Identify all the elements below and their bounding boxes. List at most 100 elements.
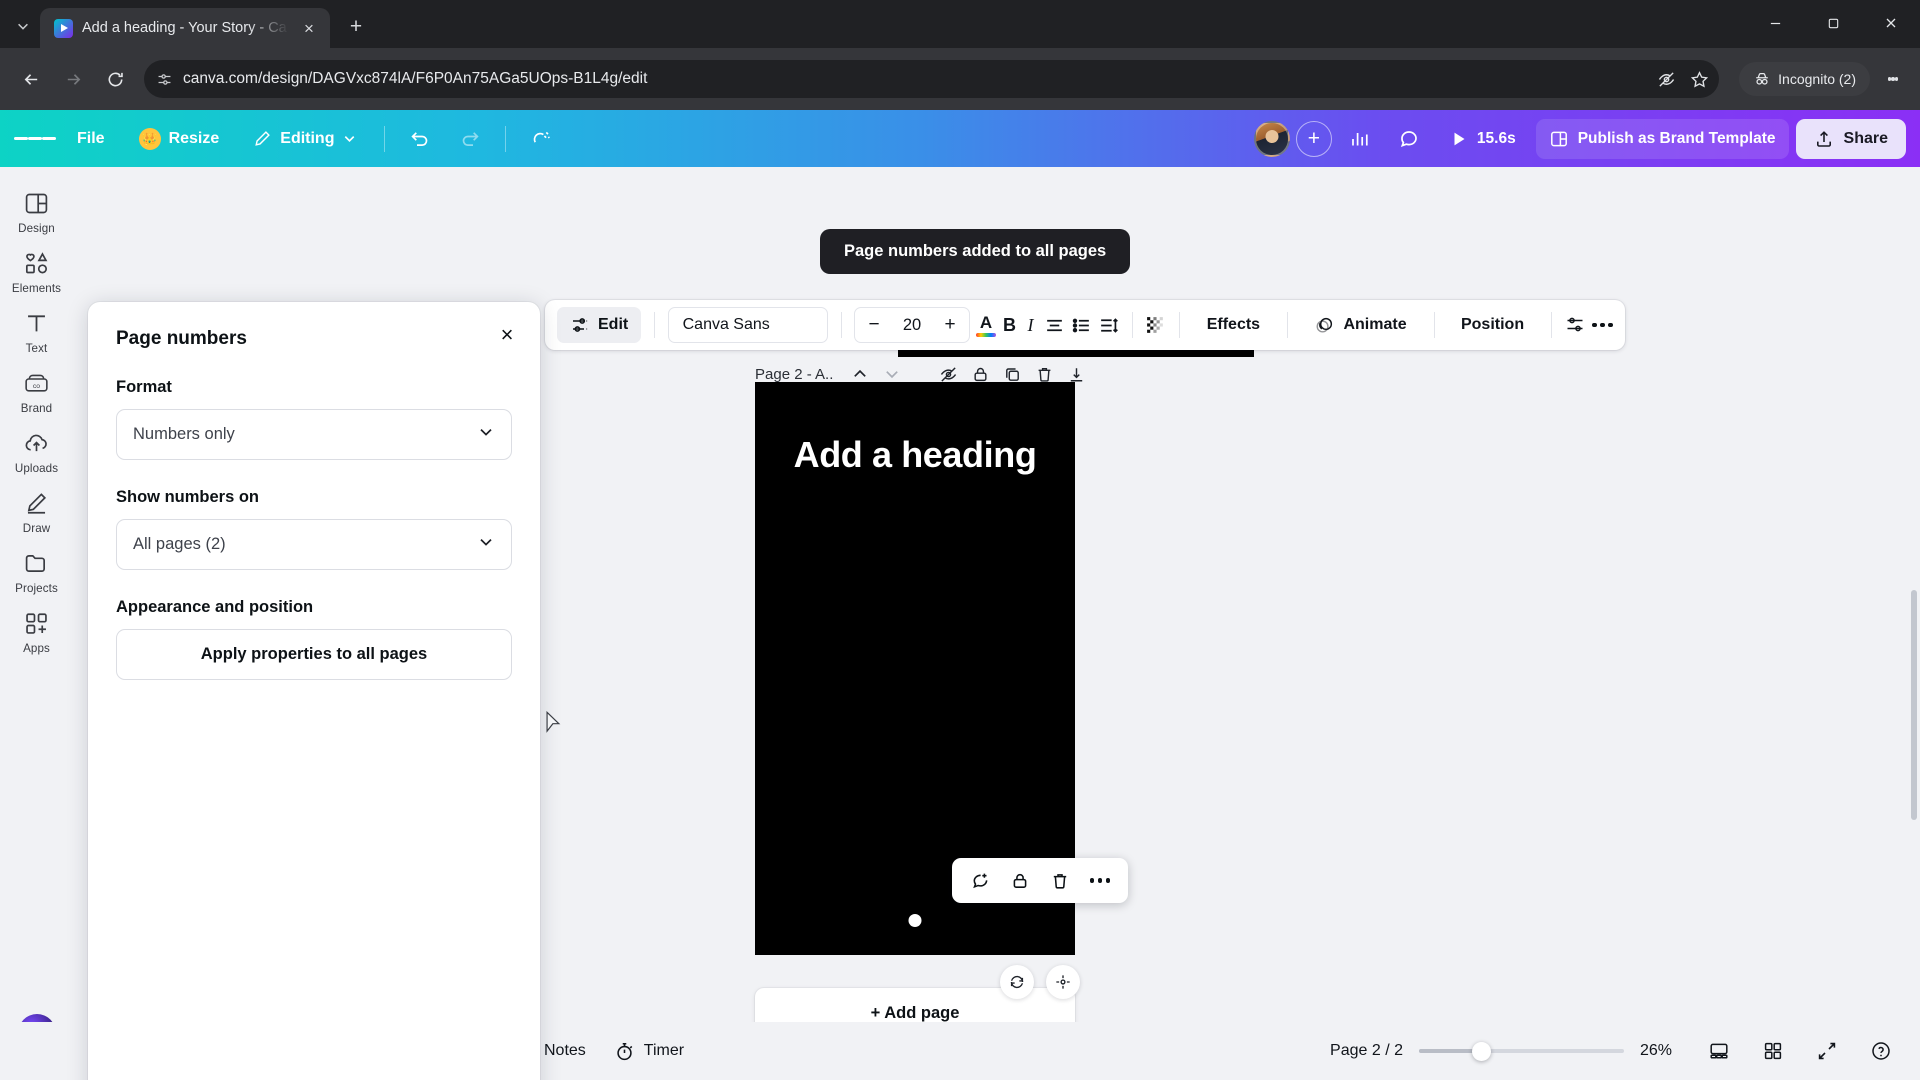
bookmark-star-icon[interactable]: [1690, 70, 1709, 89]
more-options-icon[interactable]: [1592, 306, 1613, 344]
browser-tab[interactable]: Add a heading - Your Story - Ca ×: [40, 8, 330, 48]
canvas-scrollbar[interactable]: [1911, 590, 1917, 820]
reload-icon[interactable]: [96, 60, 134, 98]
sidebar-item-design[interactable]: Design: [3, 181, 71, 241]
transparency-checker-icon[interactable]: [1145, 306, 1166, 344]
browser-chrome: Add a heading - Your Story - Ca × + canv…: [0, 0, 1920, 110]
bullet-list-icon[interactable]: [1071, 306, 1092, 344]
show-numbers-on-label: Show numbers on: [116, 488, 260, 506]
presenter-view-icon[interactable]: [1700, 1032, 1738, 1070]
move-down-icon[interactable]: [877, 359, 907, 389]
undo-icon[interactable]: [399, 119, 441, 159]
present-duration-button[interactable]: 15.6s: [1437, 119, 1529, 159]
effects-button[interactable]: Effects: [1193, 306, 1274, 344]
close-icon[interactable]: ×: [490, 318, 524, 352]
lock-page-icon[interactable]: [965, 359, 995, 389]
resize-button[interactable]: 👑 Resize: [126, 119, 233, 159]
apply-properties-to-all-pages-button[interactable]: Apply properties to all pages: [116, 629, 512, 680]
share-upload-icon: [1814, 129, 1834, 149]
site-settings-icon[interactable]: [156, 71, 173, 88]
delete-element-icon[interactable]: [1042, 863, 1078, 899]
page-number-element[interactable]: [908, 914, 922, 927]
sidebar-item-projects[interactable]: Projects: [3, 541, 71, 601]
font-family-select[interactable]: Canva Sans: [667, 307, 828, 343]
timer-button[interactable]: Timer: [600, 1032, 698, 1070]
italic-button[interactable]: I: [1023, 306, 1038, 344]
minimize-icon[interactable]: [1746, 0, 1804, 46]
zoom-slider[interactable]: [1419, 1041, 1624, 1061]
font-size-value[interactable]: 20: [891, 316, 933, 335]
add-comment-icon[interactable]: [962, 863, 998, 899]
font-size-increase-button[interactable]: +: [935, 309, 965, 341]
browser-menu-icon[interactable]: [1878, 62, 1908, 96]
font-size-decrease-button[interactable]: −: [859, 309, 889, 341]
grid-view-icon[interactable]: [1754, 1032, 1792, 1070]
heading-text-element[interactable]: Add a heading: [755, 434, 1075, 476]
move-up-icon[interactable]: [845, 359, 875, 389]
line-spacing-icon[interactable]: [1098, 306, 1119, 344]
add-collaborator-icon[interactable]: +: [1295, 120, 1332, 157]
file-menu-button[interactable]: File: [64, 119, 118, 159]
zoom-slider-handle[interactable]: [1472, 1041, 1492, 1061]
delete-page-icon[interactable]: [1029, 359, 1059, 389]
tab-title: Add a heading - Your Story - Ca: [82, 20, 287, 36]
tab-search-chevron-icon[interactable]: [6, 9, 40, 43]
sidebar-item-draw[interactable]: Draw: [3, 481, 71, 541]
edit-button[interactable]: Edit: [557, 307, 642, 343]
bold-button[interactable]: B: [1002, 306, 1017, 344]
sidebar-item-uploads[interactable]: Uploads: [3, 421, 71, 481]
magic-eraser-icon[interactable]: [520, 119, 562, 159]
back-icon[interactable]: [12, 60, 50, 98]
sidebar-item-apps[interactable]: Apps: [3, 601, 71, 661]
insights-chart-icon[interactable]: [1339, 119, 1381, 159]
zoom-value[interactable]: 26%: [1640, 1042, 1684, 1060]
duplicate-page-icon[interactable]: [997, 359, 1027, 389]
notes-label: Notes: [544, 1042, 586, 1059]
more-options-icon[interactable]: [1082, 863, 1118, 899]
user-avatar[interactable]: [1253, 120, 1290, 157]
publish-brand-template-button[interactable]: Publish as Brand Template: [1535, 118, 1789, 159]
sidebar-item-label: Brand: [20, 402, 53, 415]
url-text: canva.com/design/DAGVxc874lA/F6P0An75AGa…: [183, 70, 648, 87]
format-select[interactable]: Numbers only: [116, 409, 512, 460]
comment-icon[interactable]: [1388, 119, 1430, 159]
group-tools-icon[interactable]: [1564, 306, 1586, 344]
crown-icon: 👑: [138, 127, 161, 150]
upload-cloud-icon: [25, 434, 47, 452]
sidebar-item-text[interactable]: Text: [3, 301, 71, 361]
design-panel-icon: [25, 193, 48, 214]
sidebar-item-elements[interactable]: Elements: [3, 241, 71, 301]
maximize-icon[interactable]: [1804, 0, 1862, 46]
editing-mode-button[interactable]: Editing: [240, 119, 370, 159]
chevron-down-icon: [477, 423, 495, 446]
help-icon[interactable]: [1862, 1032, 1900, 1070]
hide-page-icon[interactable]: [933, 359, 963, 389]
close-window-icon[interactable]: [1862, 0, 1920, 46]
redo-icon[interactable]: [449, 119, 491, 159]
text-color-icon[interactable]: A: [976, 306, 996, 344]
forward-icon[interactable]: [54, 60, 92, 98]
edit-label: Edit: [598, 316, 629, 333]
show-numbers-on-select[interactable]: All pages (2): [116, 519, 512, 570]
fullscreen-icon[interactable]: [1808, 1032, 1846, 1070]
font-size-stepper[interactable]: − 20 +: [854, 307, 970, 343]
incognito-indicator[interactable]: Incognito (2): [1739, 62, 1870, 96]
position-button[interactable]: Position: [1447, 306, 1538, 344]
sidebar-item-brand[interactable]: co Brand: [3, 361, 71, 421]
address-bar[interactable]: canva.com/design/DAGVxc874lA/F6P0An75AGa…: [144, 60, 1720, 98]
share-label: Share: [1843, 129, 1888, 147]
new-tab-button[interactable]: +: [339, 10, 373, 44]
page-title-label[interactable]: Page 2 - A..: [755, 366, 833, 383]
rotate-page-icon[interactable]: [1000, 965, 1034, 999]
align-center-icon[interactable]: [1044, 306, 1065, 344]
lock-element-icon[interactable]: [1002, 863, 1038, 899]
hide-password-icon[interactable]: [1657, 70, 1676, 89]
share-button[interactable]: Share: [1795, 118, 1906, 159]
close-icon[interactable]: ×: [298, 17, 320, 39]
menu-icon[interactable]: [14, 118, 56, 160]
expand-page-icon[interactable]: [1061, 359, 1091, 389]
projects-folder-icon: [25, 555, 45, 572]
pan-move-icon[interactable]: [1046, 965, 1080, 999]
collaborators: +: [1253, 120, 1332, 157]
animate-button[interactable]: Animate: [1300, 306, 1420, 344]
